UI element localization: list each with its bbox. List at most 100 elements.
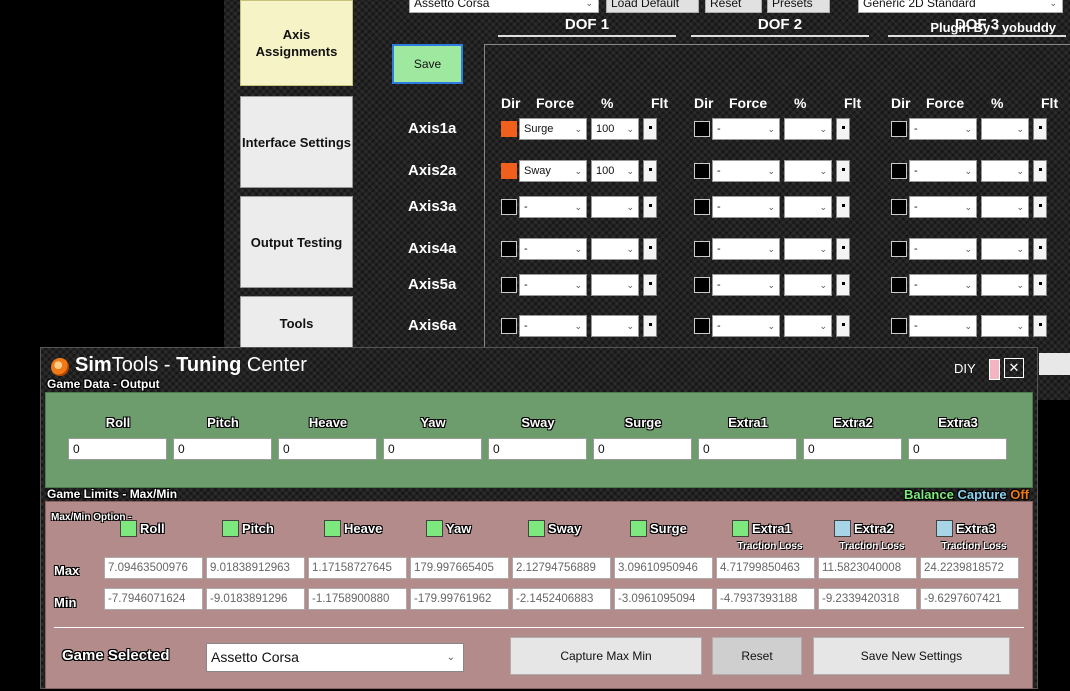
filter-button[interactable] bbox=[1033, 315, 1047, 337]
percent-dropdown[interactable]: ⌄ bbox=[981, 196, 1029, 218]
min-value-heave[interactable]: -1.1758900880 bbox=[308, 588, 407, 610]
percent-dropdown[interactable]: ⌄ bbox=[981, 238, 1029, 260]
direction-checkbox[interactable] bbox=[694, 277, 710, 293]
force-dropdown[interactable]: - ⌄ bbox=[909, 196, 977, 218]
filter-button[interactable] bbox=[643, 274, 657, 296]
percent-dropdown[interactable]: ⌄ bbox=[784, 118, 832, 140]
load-default-button[interactable]: Load Default bbox=[606, 0, 699, 13]
force-dropdown[interactable]: Sway ⌄ bbox=[519, 160, 587, 182]
percent-dropdown[interactable]: ⌄ bbox=[784, 238, 832, 260]
min-value-extra1[interactable]: -4.7937393188 bbox=[716, 588, 815, 610]
direction-checkbox[interactable] bbox=[694, 318, 710, 334]
force-dropdown[interactable]: - ⌄ bbox=[712, 196, 780, 218]
balance-capture-toggle[interactable]: Balance Capture Off bbox=[904, 487, 1029, 502]
filter-button[interactable] bbox=[836, 196, 850, 218]
nav-output-testing[interactable]: Output Testing bbox=[240, 196, 353, 288]
percent-dropdown[interactable]: ⌄ bbox=[784, 315, 832, 337]
percent-dropdown[interactable]: ⌄ bbox=[981, 315, 1029, 337]
direction-checkbox[interactable] bbox=[501, 241, 517, 257]
min-value-sway[interactable]: -2.1452406883 bbox=[512, 588, 611, 610]
interface-dropdown[interactable]: Generic 2D Standard ⌄ bbox=[858, 0, 1063, 13]
direction-checkbox[interactable] bbox=[694, 163, 710, 179]
max-value-yaw[interactable]: 179.997665405 bbox=[410, 557, 509, 579]
direction-checkbox[interactable] bbox=[891, 241, 907, 257]
force-dropdown[interactable]: - ⌄ bbox=[909, 238, 977, 260]
min-value-extra2[interactable]: -9.2339420318 bbox=[818, 588, 917, 610]
direction-checkbox[interactable] bbox=[891, 163, 907, 179]
force-dropdown[interactable]: - ⌄ bbox=[909, 118, 977, 140]
limit-checkbox-roll[interactable] bbox=[120, 520, 137, 537]
force-dropdown[interactable]: - ⌄ bbox=[519, 238, 587, 260]
output-value-extra3[interactable]: 0 bbox=[908, 438, 1007, 460]
max-value-pitch[interactable]: 9.01838912963 bbox=[206, 557, 305, 579]
limit-checkbox-surge[interactable] bbox=[630, 520, 647, 537]
output-value-surge[interactable]: 0 bbox=[593, 438, 692, 460]
limit-checkbox-yaw[interactable] bbox=[426, 520, 443, 537]
percent-dropdown[interactable]: 100 ⌄ bbox=[591, 118, 639, 140]
min-value-surge[interactable]: -3.0961095094 bbox=[614, 588, 713, 610]
filter-button[interactable] bbox=[1033, 274, 1047, 296]
nav-axis-assignments[interactable]: Axis Assignments bbox=[240, 0, 353, 86]
direction-checkbox[interactable] bbox=[694, 241, 710, 257]
percent-dropdown[interactable]: ⌄ bbox=[981, 274, 1029, 296]
limit-checkbox-pitch[interactable] bbox=[222, 520, 239, 537]
force-dropdown[interactable]: - ⌄ bbox=[712, 160, 780, 182]
direction-checkbox[interactable] bbox=[501, 199, 517, 215]
filter-button[interactable] bbox=[1033, 160, 1047, 182]
diy-toggle[interactable] bbox=[989, 359, 1000, 380]
force-dropdown[interactable]: - ⌄ bbox=[909, 274, 977, 296]
force-dropdown[interactable]: - ⌄ bbox=[909, 160, 977, 182]
filter-button[interactable] bbox=[1033, 238, 1047, 260]
direction-checkbox[interactable] bbox=[501, 277, 517, 293]
max-value-roll[interactable]: 7.09463500976 bbox=[104, 557, 203, 579]
max-value-heave[interactable]: 1.17158727645 bbox=[308, 557, 407, 579]
max-value-extra2[interactable]: 11.5823040008 bbox=[818, 557, 917, 579]
min-value-extra3[interactable]: -9.6297607421 bbox=[920, 588, 1019, 610]
reset-limits-button[interactable]: Reset bbox=[712, 637, 802, 675]
direction-checkbox[interactable] bbox=[694, 199, 710, 215]
percent-dropdown[interactable]: ⌄ bbox=[981, 160, 1029, 182]
force-dropdown[interactable]: - ⌄ bbox=[519, 196, 587, 218]
percent-dropdown[interactable]: ⌄ bbox=[784, 160, 832, 182]
percent-dropdown[interactable]: 100 ⌄ bbox=[591, 160, 639, 182]
max-value-sway[interactable]: 2.12794756889 bbox=[512, 557, 611, 579]
limit-checkbox-extra2[interactable] bbox=[834, 520, 851, 537]
min-value-roll[interactable]: -7.7946071624 bbox=[104, 588, 203, 610]
game-selected-dropdown[interactable]: Assetto Corsa ⌄ bbox=[206, 643, 464, 672]
output-value-heave[interactable]: 0 bbox=[278, 438, 377, 460]
output-value-yaw[interactable]: 0 bbox=[383, 438, 482, 460]
percent-dropdown[interactable]: ⌄ bbox=[591, 238, 639, 260]
min-value-pitch[interactable]: -9.0183891296 bbox=[206, 588, 305, 610]
output-value-extra1[interactable]: 0 bbox=[698, 438, 797, 460]
limit-checkbox-sway[interactable] bbox=[528, 520, 545, 537]
force-dropdown[interactable]: - ⌄ bbox=[909, 315, 977, 337]
filter-button[interactable] bbox=[643, 315, 657, 337]
nav-interface-settings[interactable]: Interface Settings bbox=[240, 96, 353, 188]
filter-button[interactable] bbox=[1033, 118, 1047, 140]
max-value-extra3[interactable]: 24.2239818572 bbox=[920, 557, 1019, 579]
percent-dropdown[interactable]: ⌄ bbox=[784, 274, 832, 296]
output-value-pitch[interactable]: 0 bbox=[173, 438, 272, 460]
output-value-roll[interactable]: 0 bbox=[68, 438, 167, 460]
direction-checkbox[interactable] bbox=[891, 318, 907, 334]
filter-button[interactable] bbox=[643, 238, 657, 260]
max-value-surge[interactable]: 3.09610950946 bbox=[614, 557, 713, 579]
force-dropdown[interactable]: - ⌄ bbox=[519, 315, 587, 337]
filter-button[interactable] bbox=[836, 160, 850, 182]
direction-checkbox[interactable] bbox=[891, 199, 907, 215]
filter-button[interactable] bbox=[836, 315, 850, 337]
capture-max-min-button[interactable]: Capture Max Min bbox=[510, 637, 702, 675]
save-new-settings-button[interactable]: Save New Settings bbox=[813, 637, 1010, 675]
limit-checkbox-heave[interactable] bbox=[324, 520, 341, 537]
direction-checkbox[interactable] bbox=[891, 121, 907, 137]
direction-checkbox[interactable] bbox=[891, 277, 907, 293]
filter-button[interactable] bbox=[836, 274, 850, 296]
force-dropdown[interactable]: Surge ⌄ bbox=[519, 118, 587, 140]
percent-dropdown[interactable]: ⌄ bbox=[591, 274, 639, 296]
reset-button[interactable]: Reset bbox=[705, 0, 762, 13]
game-dropdown[interactable]: Assetto Corsa ⌄ bbox=[409, 0, 599, 13]
direction-checkbox[interactable] bbox=[501, 318, 517, 334]
force-dropdown[interactable]: - ⌄ bbox=[519, 274, 587, 296]
force-dropdown[interactable]: - ⌄ bbox=[712, 118, 780, 140]
direction-checkbox[interactable] bbox=[501, 121, 517, 137]
